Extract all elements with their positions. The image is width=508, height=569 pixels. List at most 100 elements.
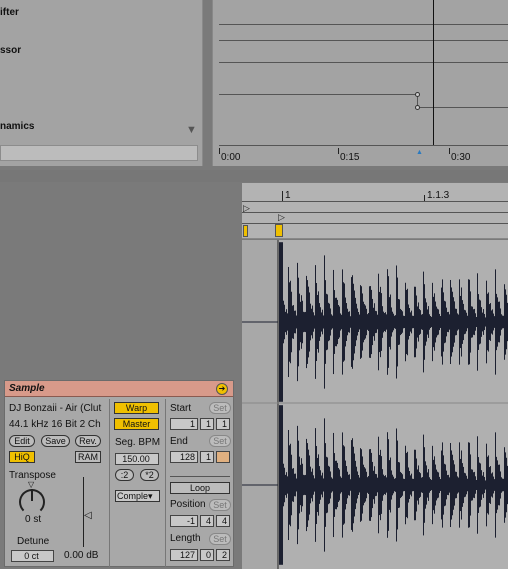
- waveform-sample: [355, 460, 356, 510]
- browser-search-field[interactable]: [0, 145, 198, 161]
- waveform-sample: [301, 295, 302, 349]
- waveform-sample: [480, 463, 481, 507]
- waveform-sample: [486, 443, 487, 527]
- waveform-sample: [317, 294, 318, 350]
- start-handle[interactable]: [243, 225, 248, 237]
- waveform-sample: [498, 301, 499, 343]
- waveform-sample: [365, 305, 366, 339]
- waveform-sample: [430, 479, 431, 491]
- length-set-button[interactable]: Set: [209, 533, 231, 545]
- waveform-sample: [468, 279, 469, 365]
- waveform-sample: [501, 477, 502, 493]
- length-sixteenth-field[interactable]: 2: [216, 549, 230, 561]
- waveform-sample: [495, 269, 496, 375]
- seg-bpm-field[interactable]: 150.00: [115, 453, 159, 465]
- waveform-sample: [381, 456, 382, 514]
- waveform-sample: [361, 286, 362, 358]
- position-set-button[interactable]: Set: [209, 499, 231, 511]
- hot-swap-icon[interactable]: ➔: [216, 383, 228, 395]
- waveform-sample: [293, 305, 294, 339]
- waveform-sample: [337, 299, 338, 345]
- length-bar-field[interactable]: 127: [170, 549, 198, 561]
- timeline-label: 0:15: [340, 152, 360, 163]
- browser-item[interactable]: ifter: [0, 7, 19, 18]
- waveform-sample: [294, 473, 295, 497]
- waveform-sample: [395, 315, 396, 329]
- waveform-sample: [326, 293, 327, 351]
- waveform-sample: [319, 466, 320, 504]
- waveform-sample: [345, 297, 346, 347]
- waveform-sample: [434, 456, 435, 514]
- start-beat-field[interactable]: 1: [200, 418, 214, 430]
- scroll-down-icon[interactable]: ▼: [186, 124, 197, 136]
- breakpoint-handle[interactable]: [415, 105, 420, 110]
- file-name: DJ Bonzaii - Air (Clut: [9, 403, 102, 414]
- start-sixteenth-field[interactable]: 1: [216, 418, 230, 430]
- waveform-sample: [296, 315, 297, 329]
- end-beat-field[interactable]: 1: [200, 451, 214, 463]
- rev-button[interactable]: Rev.: [75, 435, 101, 447]
- waveform-sample: [393, 476, 394, 494]
- edit-button[interactable]: Edit: [9, 435, 35, 447]
- waveform-sample: [492, 472, 493, 498]
- waveform-sample: [397, 277, 398, 367]
- position-beat-field[interactable]: 4: [200, 515, 214, 527]
- waveform-sample: [330, 471, 331, 499]
- waveform-sample: [435, 464, 436, 506]
- waveform-sample: [454, 464, 455, 506]
- master-button[interactable]: Master: [114, 418, 159, 430]
- gain-slider-handle-icon[interactable]: ◁: [84, 510, 92, 521]
- waveform-sample: [439, 476, 440, 494]
- loop-start-icon[interactable]: ▷: [278, 212, 285, 223]
- browser-item[interactable]: namics: [0, 121, 34, 132]
- automation-envelope[interactable]: [219, 94, 419, 95]
- waveform-sample: [460, 295, 461, 349]
- position-label: Position: [170, 499, 206, 510]
- browser-item[interactable]: ssor: [0, 45, 21, 56]
- length-beat-field[interactable]: 0: [200, 549, 214, 561]
- waveform-sample: [292, 468, 293, 502]
- start-bar-field[interactable]: 1: [170, 418, 198, 430]
- position-sixteenth-field[interactable]: 4: [216, 515, 230, 527]
- waveform-display[interactable]: [242, 240, 508, 569]
- waveform-sample: [372, 461, 373, 509]
- end-bar-field[interactable]: 128: [170, 451, 198, 463]
- half-tempo-button[interactable]: :2: [115, 469, 134, 481]
- waveform-sample: [363, 301, 364, 343]
- waveform-sample: [460, 458, 461, 512]
- end-sixteenth-field[interactable]: [216, 451, 230, 463]
- waveform-sample: [290, 443, 291, 527]
- waveform-sample: [489, 467, 490, 503]
- waveform-sample: [364, 467, 365, 503]
- breakpoint-handle[interactable]: [415, 92, 420, 97]
- start-set-button[interactable]: Set: [209, 402, 231, 414]
- waveform-ruler[interactable]: 1 1.1.3 ▷ ▷: [242, 183, 508, 239]
- waveform-sample: [286, 309, 287, 335]
- loop-button[interactable]: Loop: [170, 482, 230, 494]
- waveform-sample: [346, 466, 347, 504]
- waveform-sample: [504, 447, 505, 523]
- waveform-sample: [474, 308, 475, 336]
- waveform-sample: [321, 475, 322, 495]
- waveform-sample: [429, 477, 430, 493]
- waveform-sample: [300, 301, 301, 343]
- ram-button[interactable]: RAM: [75, 451, 101, 463]
- save-button[interactable]: Save: [41, 435, 70, 447]
- waveform-sample: [398, 461, 399, 509]
- hiq-button[interactable]: HiQ: [9, 451, 35, 463]
- warp-mode-select[interactable]: Comple▾: [115, 490, 160, 502]
- waveform-sample: [366, 471, 367, 499]
- waveform-sample: [402, 474, 403, 496]
- double-tempo-button[interactable]: *2: [140, 469, 159, 481]
- waveform-sample: [309, 292, 310, 352]
- waveform-sample: [304, 312, 305, 332]
- detune-field[interactable]: 0 ct: [11, 550, 54, 562]
- waveform-sample: [298, 440, 299, 530]
- position-bar-field[interactable]: -1: [170, 515, 198, 527]
- waveform-sample: [468, 442, 469, 528]
- end-set-button[interactable]: Set: [209, 435, 231, 447]
- waveform-sample: [370, 286, 371, 358]
- warp-button[interactable]: Warp: [114, 402, 159, 414]
- loop-handle[interactable]: [275, 224, 283, 237]
- waveform-sample: [410, 475, 411, 495]
